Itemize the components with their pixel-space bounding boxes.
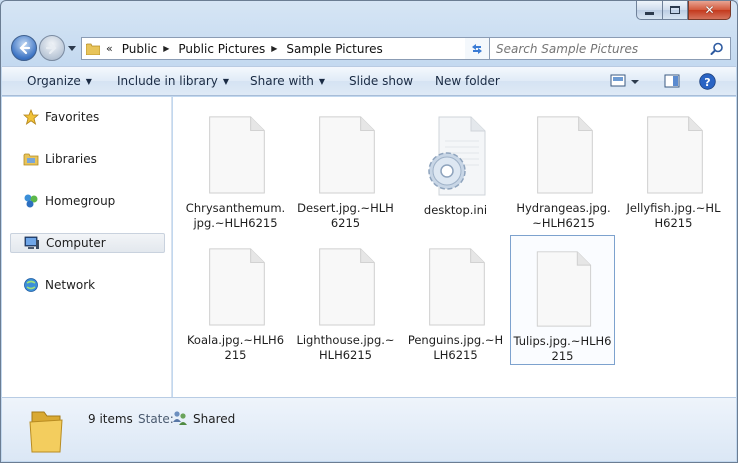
star-icon <box>23 109 39 125</box>
state-value: Shared <box>193 412 236 426</box>
explorer-window: ✕ « Public ▶ Public Pictures ▶ Sample Pi… <box>0 0 738 463</box>
include-in-library-button[interactable]: Include in library ▼ <box>117 74 229 88</box>
file-name: Chrysanthemum.jpg.~HLH6215 <box>185 201 286 230</box>
nav-item-network[interactable]: Network <box>10 275 165 295</box>
details-pane: 9 items State: Shared <box>2 397 736 461</box>
close-button[interactable]: ✕ <box>688 1 731 20</box>
file-name: Desert.jpg.~HLH6215 <box>297 201 394 230</box>
navigation-bar: « Public ▶ Public Pictures ▶ Sample Pict… <box>11 33 733 63</box>
breadcrumb-sample-pictures[interactable]: Sample Pictures <box>286 42 382 56</box>
file-item[interactable]: Lighthouse.jpg.~HLH6215 <box>293 233 398 363</box>
forward-button[interactable] <box>39 35 65 61</box>
new-folder-button[interactable]: New folder <box>435 74 500 88</box>
blank-document-icon <box>428 248 485 326</box>
file-name: Jellyfish.jpg.~HLH6215 <box>626 201 721 230</box>
svg-text:?: ? <box>704 76 710 89</box>
search-icon[interactable] <box>710 42 724 56</box>
chevron-right-icon[interactable]: ▶ <box>271 44 277 53</box>
computer-icon <box>24 235 40 251</box>
breadcrumb-overflow[interactable]: « <box>106 42 113 55</box>
blank-document-icon <box>536 116 593 194</box>
nav-item-computer[interactable]: Computer <box>10 233 165 253</box>
network-icon <box>23 277 39 293</box>
file-name: Tulips.jpg.~HLH6215 <box>513 334 612 363</box>
include-in-library-label: Include in library <box>117 74 218 88</box>
slide-show-button[interactable]: Slide show <box>349 74 413 88</box>
file-item-selected[interactable]: Tulips.jpg.~HLH6215 <box>510 235 615 365</box>
forward-arrow-icon <box>45 41 57 55</box>
breadcrumb-public[interactable]: Public <box>122 42 158 56</box>
file-item[interactable]: Penguins.jpg.~HLH6215 <box>403 233 508 363</box>
minimize-icon <box>645 11 654 15</box>
blank-document-icon <box>318 116 375 194</box>
share-with-label: Share with <box>250 74 314 88</box>
file-name: Koala.jpg.~HLH6215 <box>186 333 285 362</box>
refresh-button[interactable] <box>465 37 490 60</box>
share-with-button[interactable]: Share with ▼ <box>250 74 325 88</box>
folder-icon <box>86 43 100 55</box>
address-bar[interactable]: « Public ▶ Public Pictures ▶ Sample Pict… <box>81 37 483 60</box>
nav-item-favorites[interactable]: Favorites <box>10 107 165 127</box>
chevron-down-icon: ▼ <box>85 77 92 86</box>
file-list: Chrysanthemum.jpg.~HLH6215 Desert.jpg.~H… <box>173 97 736 397</box>
caption-buttons: ✕ <box>636 1 731 21</box>
nav-item-label: Homegroup <box>45 194 116 208</box>
close-icon: ✕ <box>704 3 715 17</box>
nav-item-libraries[interactable]: Libraries <box>10 149 165 169</box>
nav-item-label: Computer <box>46 236 106 250</box>
search-input[interactable] <box>496 41 708 56</box>
back-button[interactable] <box>11 35 37 61</box>
organize-button[interactable]: Organize ▼ <box>27 74 92 88</box>
chevron-right-icon[interactable]: ▶ <box>163 44 169 53</box>
state-label: State: <box>138 412 174 426</box>
item-count: 9 items <box>88 412 133 426</box>
minimize-button[interactable] <box>636 1 662 20</box>
nav-item-label: Libraries <box>45 152 97 166</box>
file-item[interactable]: Hydrangeas.jpg.~HLH6215 <box>511 101 616 231</box>
blank-document-icon <box>646 116 703 194</box>
chevron-down-icon: ▼ <box>222 77 230 86</box>
maximize-button[interactable] <box>662 1 688 20</box>
file-name: desktop.ini <box>423 203 488 217</box>
folder-icon <box>29 411 63 453</box>
chevron-down-icon: ▼ <box>318 77 326 86</box>
help-icon[interactable]: ? <box>699 73 716 90</box>
libraries-icon <box>23 151 39 167</box>
homegroup-icon <box>23 193 39 209</box>
blank-document-icon <box>318 248 375 326</box>
file-item[interactable]: Desert.jpg.~HLH6215 <box>293 101 398 231</box>
nav-item-label: Favorites <box>45 110 100 124</box>
file-name: Penguins.jpg.~HLH6215 <box>407 333 504 362</box>
shared-users-icon <box>173 411 187 425</box>
organize-label: Organize <box>27 74 81 88</box>
file-name: Hydrangeas.jpg.~HLH6215 <box>516 201 611 230</box>
file-item[interactable]: Jellyfish.jpg.~HLH6215 <box>621 101 726 231</box>
settings-document-icon <box>427 116 485 196</box>
blank-document-icon <box>208 248 265 326</box>
file-name: Lighthouse.jpg.~HLH6215 <box>296 333 395 362</box>
change-view-button[interactable] <box>610 73 640 89</box>
nav-item-homegroup[interactable]: Homegroup <box>10 191 165 211</box>
nav-item-label: Network <box>45 278 96 292</box>
command-bar: Organize ▼ Include in library ▼ Share with… <box>2 66 736 96</box>
file-item[interactable]: desktop.ini <box>403 101 508 231</box>
maximize-icon <box>670 6 680 14</box>
file-item[interactable]: Chrysanthemum.jpg.~HLH6215 <box>183 101 288 231</box>
refresh-icon <box>472 43 482 54</box>
back-arrow-icon <box>19 41 31 55</box>
navigation-pane: Favorites Libraries Homegroup Computer N… <box>2 97 172 397</box>
preview-pane-icon[interactable] <box>664 73 680 89</box>
file-item[interactable]: Koala.jpg.~HLH6215 <box>183 233 288 363</box>
search-box[interactable] <box>489 37 731 60</box>
breadcrumb-public-pictures[interactable]: Public Pictures <box>178 42 265 56</box>
recent-pages-dropdown-icon[interactable] <box>67 42 77 54</box>
blank-document-icon <box>536 251 591 327</box>
blank-document-icon <box>208 116 265 194</box>
